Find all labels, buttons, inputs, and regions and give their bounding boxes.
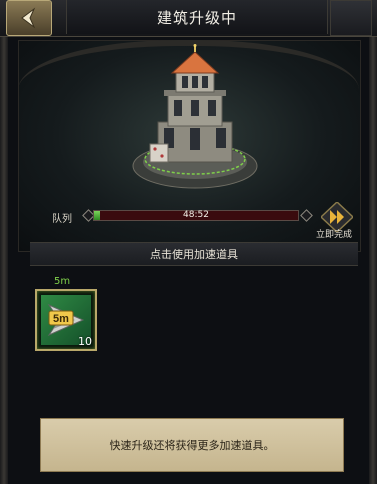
instant-complete-label: 立即完成 [316, 230, 353, 240]
footer-tip-text: 快速升级还将获得更多加速道具。 [109, 439, 275, 452]
speedup-hint-text: 点击使用加速道具 [150, 248, 238, 261]
back-button[interactable] [6, 0, 52, 36]
queue-label: 队列 [52, 214, 72, 225]
header-bar: 建筑升级中 [0, 0, 377, 37]
right-frame [369, 0, 377, 484]
tower-building-image [130, 44, 260, 204]
left-frame [0, 0, 8, 484]
countdown-timer: 48:52 [183, 210, 209, 220]
item-count: 10 [78, 335, 92, 348]
back-arrow-icon [21, 7, 36, 29]
item-duration-label: 5m [54, 276, 71, 287]
footer-tip-scroll: 快速升级还将获得更多加速道具。 [40, 418, 344, 472]
upgrade-progress-bar: 48:52 [93, 210, 299, 221]
title-plate: 建筑升级中 [66, 0, 328, 34]
header-right-ornament [330, 0, 372, 36]
item-badge-text: 5m [53, 313, 69, 325]
speedup-item-5m[interactable]: 5m 10 [35, 289, 97, 351]
speedup-hint-bar: 点击使用加速道具 [30, 242, 358, 266]
page-title: 建筑升级中 [156, 8, 237, 27]
